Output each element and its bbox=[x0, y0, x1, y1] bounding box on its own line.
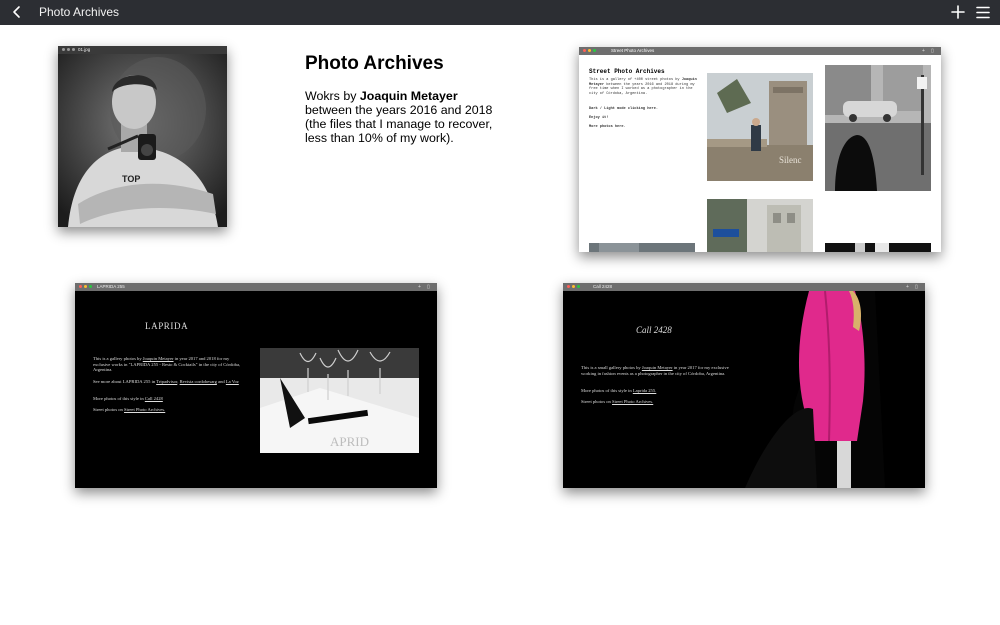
call-author-link[interactable]: Joaquin Metayer bbox=[642, 365, 673, 370]
laprida-see-more: See more about LAPRIDA 255 in Tripadviso… bbox=[93, 379, 243, 385]
street-photo-monument[interactable]: Silenc bbox=[707, 73, 813, 181]
laprida-street-photos: Street photos on Street Photo Archives. bbox=[93, 407, 243, 413]
see-more-and: and bbox=[216, 379, 226, 384]
fashion-model-photo[interactable] bbox=[745, 291, 925, 488]
window-title: Call 2428 bbox=[593, 284, 613, 289]
intro-rest: between the years 2016 and 2018 (the fil… bbox=[305, 103, 493, 145]
tripadvisor-link[interactable]: Tripadvisor bbox=[156, 379, 177, 384]
back-chevron-icon[interactable] bbox=[9, 4, 25, 20]
street-heading: Street Photo Archives bbox=[589, 68, 665, 75]
call-street-photos: Street photos on Street Photo Archives. bbox=[581, 399, 731, 405]
zoom-dot-icon[interactable] bbox=[593, 49, 596, 52]
street-intro-rest: between the years 2016 and 2018 during m… bbox=[589, 82, 695, 96]
window-titlebar: Call 2428 + ▯ bbox=[563, 283, 925, 291]
portrait-photo-window[interactable]: 01.jpg TOP bbox=[58, 46, 227, 227]
shirt-print: TOP bbox=[122, 174, 140, 184]
window-titlebar: Street Photo Archives + ▯ bbox=[579, 47, 941, 55]
window-controls bbox=[62, 48, 75, 51]
street-intro: This is a gallery of +400 street photos … bbox=[589, 78, 697, 96]
new-tab-icon[interactable]: + bbox=[922, 48, 925, 54]
minimize-dot-icon bbox=[67, 48, 70, 51]
minimize-dot-icon[interactable] bbox=[84, 285, 87, 288]
street-photo-partial-right[interactable] bbox=[825, 243, 931, 252]
new-tab-icon[interactable]: + bbox=[418, 284, 421, 290]
placemat-lettering: APRID bbox=[330, 434, 369, 449]
call-2428-logo: Call 2428 bbox=[636, 325, 672, 335]
portrait-photo: TOP bbox=[58, 54, 227, 227]
call-street-archives-link[interactable]: Street Photo Archives. bbox=[612, 399, 653, 404]
laprida-more-style: More photos of this style in Call 2428 bbox=[93, 396, 243, 402]
close-dot-icon[interactable] bbox=[567, 285, 570, 288]
la-voz-link[interactable]: La Voz bbox=[226, 379, 239, 384]
minimize-dot-icon[interactable] bbox=[572, 285, 575, 288]
author-name: Joaquin Metayer bbox=[359, 89, 458, 103]
dark-light-toggle-link[interactable]: Dark / Light mode clicking here. bbox=[589, 107, 697, 112]
laprida-intro: This is a gallery photos by Joaquin Meta… bbox=[93, 356, 243, 373]
call-more-style-prefix: More photos of this style in bbox=[581, 388, 633, 393]
new-tab-icon[interactable]: + bbox=[906, 284, 909, 290]
top-bar: Photo Archives bbox=[0, 0, 1000, 25]
page-title: Photo Archives bbox=[305, 53, 444, 74]
laprida-table-photo[interactable]: APRID bbox=[260, 348, 419, 453]
sidebar-icon[interactable]: ▯ bbox=[931, 48, 934, 54]
hamburger-menu-icon[interactable] bbox=[976, 6, 990, 19]
call-intro-prefix: This is a small gallery photos by bbox=[581, 365, 642, 370]
window-title: 01.jpg bbox=[78, 47, 91, 52]
street-photo-archives-window[interactable]: Street Photo Archives + ▯ Street Photo A… bbox=[579, 47, 941, 252]
monument-inscription: Silenc bbox=[779, 155, 802, 165]
laprida-255-window[interactable]: LAPRIDA 255 + ▯ LAPRIDA This is a galler… bbox=[75, 283, 437, 488]
sidebar-icon[interactable]: ▯ bbox=[427, 284, 430, 290]
call-2428-link[interactable]: Call 2428 bbox=[145, 396, 163, 401]
more-style-prefix: More photos of this style in bbox=[93, 396, 145, 401]
sidebar-icon[interactable]: ▯ bbox=[915, 284, 918, 290]
call-street-prefix: Street photos on bbox=[581, 399, 613, 404]
laprida-intro-prefix: This is a gallery photos by bbox=[93, 356, 143, 361]
laprida-logo: LAPRIDA bbox=[145, 321, 189, 331]
window-titlebar: LAPRIDA 255 + ▯ bbox=[75, 283, 437, 291]
intro-description: Wokrs by Joaquin Metayer between the yea… bbox=[305, 89, 505, 145]
window-titlebar: 01.jpg bbox=[58, 46, 227, 54]
call-intro: This is a small gallery photos by Joaqui… bbox=[581, 365, 731, 376]
laprida-255-link[interactable]: Laprida 255. bbox=[633, 388, 656, 393]
laprida-author-link[interactable]: Joaquin Metayer bbox=[143, 356, 174, 361]
window-controls bbox=[567, 285, 580, 288]
revista-link[interactable]: Revista cordobesarg bbox=[180, 379, 217, 384]
street-photo-partial-left[interactable] bbox=[589, 243, 695, 252]
more-photos-link[interactable]: More photos here. bbox=[589, 125, 697, 130]
see-more-prefix: See more about LAPRIDA 255 in bbox=[93, 379, 157, 384]
plus-icon[interactable] bbox=[951, 5, 965, 19]
app-title: Photo Archives bbox=[39, 5, 120, 19]
intro-prefix: Wokrs by bbox=[305, 89, 360, 103]
close-dot-icon[interactable] bbox=[79, 285, 82, 288]
street-photo-silhouette[interactable] bbox=[825, 65, 931, 191]
call-more-style: More photos of this style in Laprida 255… bbox=[581, 388, 731, 394]
window-title: Street Photo Archives bbox=[611, 48, 655, 53]
street-intro-prefix: This is a gallery of +400 street photos … bbox=[589, 78, 682, 82]
street-photo-sign[interactable] bbox=[707, 199, 813, 252]
zoom-dot-icon[interactable] bbox=[89, 285, 92, 288]
call-2428-window[interactable]: Call 2428 + ▯ Call 2428 This is a small … bbox=[563, 283, 925, 488]
close-dot-icon[interactable] bbox=[583, 49, 586, 52]
street-photos-prefix: Street photos on bbox=[93, 407, 125, 412]
enjoy-text: Enjoy it! bbox=[589, 116, 609, 120]
street-archives-link[interactable]: Street Photo Archives. bbox=[124, 407, 165, 412]
minimize-dot-icon[interactable] bbox=[588, 49, 591, 52]
window-title: LAPRIDA 255 bbox=[97, 284, 125, 289]
window-controls bbox=[583, 49, 596, 52]
close-dot-icon bbox=[62, 48, 65, 51]
zoom-dot-icon bbox=[72, 48, 75, 51]
zoom-dot-icon[interactable] bbox=[577, 285, 580, 288]
window-controls bbox=[79, 285, 92, 288]
